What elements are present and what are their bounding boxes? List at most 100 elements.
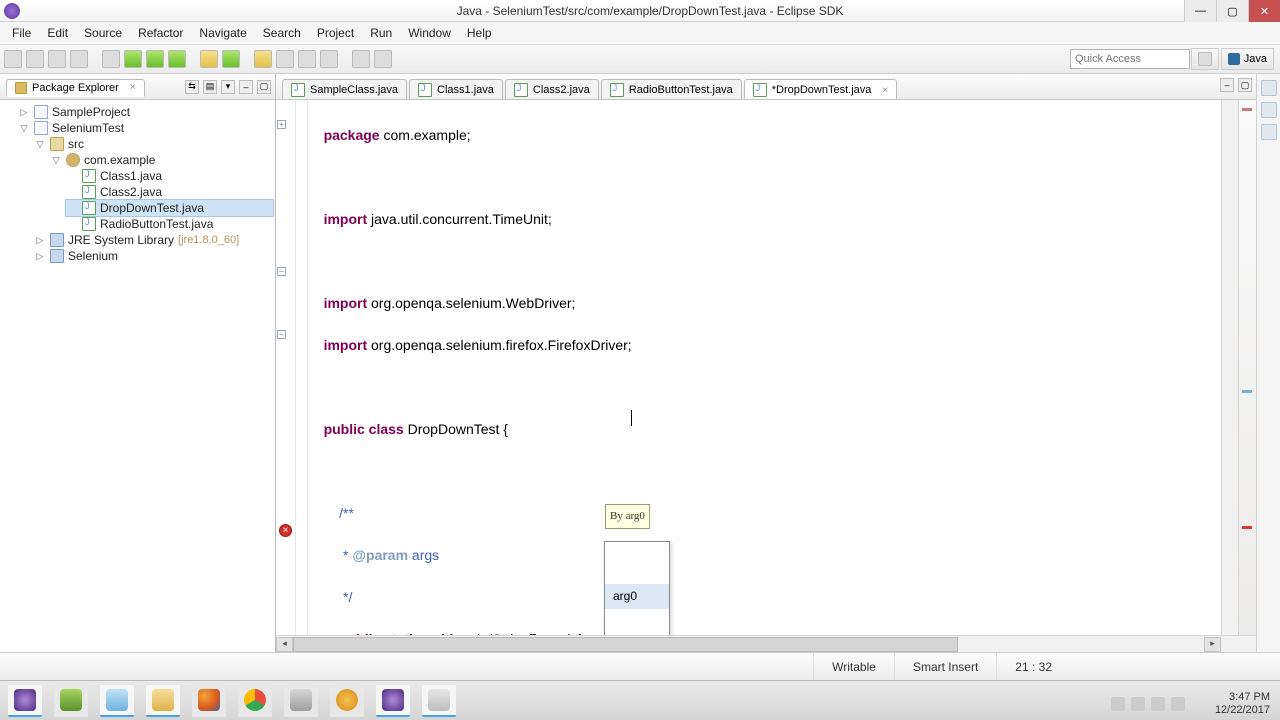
nav-fwd-button[interactable]: [374, 50, 392, 68]
taskbar-chrome[interactable]: [238, 685, 272, 717]
view-close-icon[interactable]: ×: [130, 82, 136, 93]
menu-source[interactable]: Source: [76, 26, 130, 40]
taskbar-eclipse-2[interactable]: [376, 685, 410, 717]
taskbar-clock[interactable]: 3:47 PM 12/22/2017: [1215, 691, 1270, 717]
search-button[interactable]: [276, 50, 294, 68]
minimize-button[interactable]: —: [1184, 0, 1216, 22]
menu-project[interactable]: Project: [309, 26, 362, 40]
open-perspective-button[interactable]: [1191, 48, 1219, 70]
assist-item-arg0[interactable]: arg0: [605, 584, 669, 609]
coverage-button[interactable]: [168, 50, 186, 68]
menu-help[interactable]: Help: [459, 26, 500, 40]
print-button[interactable]: [70, 50, 88, 68]
scroll-thumb[interactable]: [293, 637, 958, 652]
taskbar-file-explorer[interactable]: [146, 685, 180, 717]
open-type-button[interactable]: [254, 50, 272, 68]
overview-error-marker[interactable]: [1242, 108, 1252, 111]
editor-tab-radiobutton[interactable]: RadioButtonTest.java: [601, 79, 742, 100]
java-perspective-button[interactable]: Java: [1221, 48, 1274, 70]
taskbar-settings[interactable]: [284, 685, 318, 717]
tray-up-icon[interactable]: [1111, 697, 1125, 711]
taskbar-recorder[interactable]: [422, 685, 456, 717]
code-tok: main(String[] args) {: [453, 631, 581, 635]
tree-item-class1[interactable]: Class1.java: [66, 168, 273, 184]
menu-run[interactable]: Run: [362, 26, 400, 40]
tree-item-src[interactable]: ▽src: [34, 136, 273, 152]
toggle-block-button[interactable]: [320, 50, 338, 68]
tray-battery-icon[interactable]: [1131, 697, 1145, 711]
tree-label: Class1.java: [100, 169, 162, 183]
scroll-right-button[interactable]: ▸: [1204, 637, 1221, 652]
horizontal-scrollbar[interactable]: ◂ ▸: [276, 635, 1256, 652]
taskbar-android-studio[interactable]: [54, 685, 88, 717]
overview-error-marker[interactable]: [1242, 526, 1252, 529]
maximize-button[interactable]: ▢: [1216, 0, 1248, 22]
tray-network-icon[interactable]: [1151, 697, 1165, 711]
marker-gutter[interactable]: ×: [276, 100, 296, 635]
new-button[interactable]: [4, 50, 22, 68]
tray-volume-icon[interactable]: [1171, 697, 1185, 711]
content-assist-popup[interactable]: arg0 null: [604, 541, 670, 635]
error-marker-icon[interactable]: ×: [279, 524, 292, 537]
menu-refactor[interactable]: Refactor: [130, 26, 191, 40]
tree-item-selenium[interactable]: ▷Selenium: [34, 248, 273, 264]
code-tok: import: [324, 295, 368, 311]
overview-task-marker[interactable]: [1242, 390, 1252, 393]
quick-access-input[interactable]: [1070, 49, 1190, 69]
package-explorer-tree[interactable]: ▷SampleProject ▽SeleniumTest ▽src ▽com.e…: [0, 100, 275, 652]
run-last-button[interactable]: [146, 50, 164, 68]
editor-maximize-button[interactable]: ▢: [1238, 78, 1252, 92]
taskbar-eclipse[interactable]: [8, 685, 42, 717]
editor-tab-class2[interactable]: Class2.java: [505, 79, 599, 100]
tree-item-package[interactable]: ▽com.example: [50, 152, 273, 168]
tab-close-icon[interactable]: ×: [882, 85, 888, 96]
save-all-button[interactable]: [48, 50, 66, 68]
new-package-button[interactable]: [200, 50, 218, 68]
editor-tab-dropdowntest[interactable]: *DropDownTest.java×: [744, 79, 898, 100]
collapse-all-button[interactable]: ⇆: [185, 80, 199, 94]
gear-icon: [290, 689, 312, 711]
fold-toggle-icon[interactable]: –: [277, 330, 286, 339]
run-button[interactable]: [124, 50, 142, 68]
close-button[interactable]: ✕: [1248, 0, 1280, 22]
view-menu-button[interactable]: ▾: [221, 80, 235, 94]
task-list-button[interactable]: [1261, 102, 1277, 118]
outline-view-button[interactable]: [1261, 80, 1277, 96]
scroll-left-button[interactable]: ◂: [276, 637, 293, 652]
toggle-mark-button[interactable]: [298, 50, 316, 68]
new-class-button[interactable]: [222, 50, 240, 68]
parameter-hint-tooltip: By arg0: [605, 504, 650, 529]
view-minimize-button[interactable]: –: [239, 80, 253, 94]
tree-item-radiobuttontest[interactable]: RadioButtonTest.java: [66, 216, 273, 232]
problems-view-button[interactable]: [1261, 124, 1277, 140]
tree-item-class2[interactable]: Class2.java: [66, 184, 273, 200]
vertical-scrollbar[interactable]: [1221, 100, 1238, 635]
link-editor-button[interactable]: ▤: [203, 80, 217, 94]
fold-toggle-icon[interactable]: –: [277, 267, 286, 276]
system-tray[interactable]: [1111, 697, 1185, 711]
tree-item-seleniumtest[interactable]: ▽SeleniumTest: [18, 120, 273, 136]
editor-minimize-button[interactable]: –: [1220, 78, 1234, 92]
fold-toggle-icon[interactable]: +: [277, 120, 286, 129]
nav-back-button[interactable]: [352, 50, 370, 68]
overview-ruler[interactable]: [1238, 100, 1256, 635]
view-maximize-button[interactable]: ▢: [257, 80, 271, 94]
tree-item-sampleproject[interactable]: ▷SampleProject: [18, 104, 273, 120]
debug-button[interactable]: [102, 50, 120, 68]
taskbar-media[interactable]: [330, 685, 364, 717]
code-editor[interactable]: package com.example; import java.util.co…: [308, 100, 1221, 635]
taskbar-notepad[interactable]: [100, 685, 134, 717]
menu-file[interactable]: File: [4, 26, 39, 40]
editor-tab-sampleclass[interactable]: SampleClass.java: [282, 79, 407, 100]
folding-gutter[interactable]: + – –: [296, 100, 308, 635]
menu-navigate[interactable]: Navigate: [191, 26, 254, 40]
menu-search[interactable]: Search: [255, 26, 309, 40]
tree-item-jre[interactable]: ▷JRE System Library [jre1.8.0_60]: [34, 232, 273, 248]
package-explorer-tab[interactable]: Package Explorer ×: [6, 79, 145, 97]
save-button[interactable]: [26, 50, 44, 68]
taskbar-firefox[interactable]: [192, 685, 226, 717]
menu-window[interactable]: Window: [400, 26, 459, 40]
menu-edit[interactable]: Edit: [39, 26, 76, 40]
tree-item-dropdowntest[interactable]: DropDownTest.java: [66, 200, 273, 216]
editor-tab-class1[interactable]: Class1.java: [409, 79, 503, 100]
